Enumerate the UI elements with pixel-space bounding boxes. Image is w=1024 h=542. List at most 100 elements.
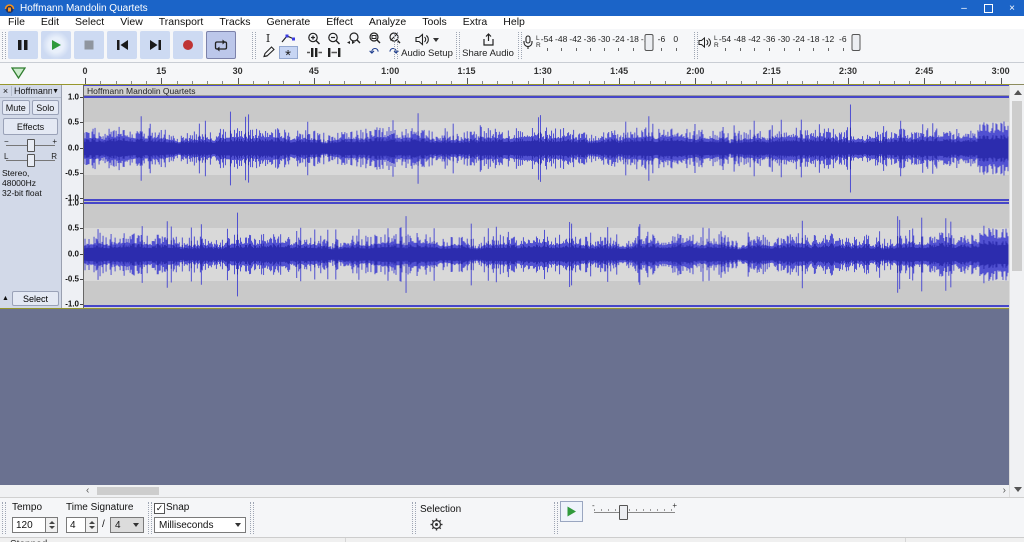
meter-tick-label: -36: [763, 34, 776, 44]
solo-button[interactable]: Solo: [31, 100, 59, 115]
zoom-selection-button[interactable]: [345, 31, 364, 45]
scroll-down-arrow-icon[interactable]: [1014, 487, 1022, 492]
mute-button[interactable]: Mute: [2, 100, 30, 115]
waveform-channel-right[interactable]: [84, 202, 1009, 307]
zoom-in-button[interactable]: [305, 32, 324, 45]
toolbar-grabber[interactable]: [394, 32, 398, 59]
amplitude-scale-tick: [80, 198, 83, 199]
vertical-scale-ruler[interactable]: 1.0 0.5 0.0 -0.5 -1.0 1.0 0.5 0.0 -0.5 -1.0: [62, 85, 84, 309]
multi-tool-button[interactable]: *: [278, 45, 298, 63]
meter-volume-slider-thumb[interactable]: [851, 34, 861, 51]
tempo-input[interactable]: 120: [12, 517, 46, 533]
audio-setup-button[interactable]: Audio Setup: [400, 31, 454, 59]
skip-to-start-button[interactable]: [107, 31, 137, 59]
meter-tick-label: -48: [733, 34, 746, 44]
gain-slider[interactable]: − +: [4, 137, 57, 152]
waveform-area[interactable]: Hoffmann Mandolin Quartets: [84, 85, 1009, 308]
zoom-fit-project-button[interactable]: [365, 31, 384, 45]
close-button[interactable]: ×: [1000, 0, 1024, 16]
timesig-numerator-input[interactable]: 4: [66, 517, 86, 533]
toolbar-grabber[interactable]: [456, 32, 460, 59]
menu-tools[interactable]: Tools: [414, 16, 455, 29]
timesig-spinner[interactable]: [86, 517, 98, 533]
tempo-label: Tempo: [12, 502, 43, 513]
zoom-out-button[interactable]: [325, 32, 344, 45]
horizontal-scrollbar-thumb[interactable]: [97, 487, 159, 495]
share-audio-button[interactable]: Share Audio: [462, 31, 514, 59]
timeline-ruler[interactable]: 0 15 30 45 1:00 1:15 1:30 1:45 2:00 2:15 2:30 2:45 3…: [0, 63, 1024, 85]
selection-tool-button[interactable]: I: [259, 32, 278, 45]
playback-speed-slider[interactable]: - +: [592, 501, 677, 520]
recording-meter[interactable]: LR -54-48-42-36-30-24-18-12-60: [522, 32, 690, 52]
restore-button[interactable]: [976, 0, 1000, 16]
draw-tool-button[interactable]: [259, 46, 278, 59]
gain-slider-thumb[interactable]: [26, 139, 35, 152]
toolbar-grabber[interactable]: [554, 502, 558, 534]
track-canvas-empty[interactable]: [0, 309, 1009, 485]
toolbar-grabber[interactable]: [148, 502, 152, 534]
playback-meter[interactable]: LR -54-48-42-36-30-24-18-12-60: [698, 32, 870, 52]
meter-tick-mark: [604, 48, 606, 51]
pan-slider-thumb[interactable]: [26, 154, 35, 167]
select-track-button[interactable]: Select: [11, 291, 59, 306]
stop-button[interactable]: [74, 31, 104, 59]
scroll-left-arrow-icon[interactable]: ‹: [86, 485, 89, 497]
timesig-denominator-select[interactable]: 4: [110, 517, 144, 533]
play-at-speed-button[interactable]: [560, 501, 583, 522]
menu-edit[interactable]: Edit: [33, 16, 67, 29]
snap-mode-select[interactable]: Milliseconds: [154, 517, 246, 533]
scroll-up-arrow-icon[interactable]: [1014, 90, 1022, 95]
toolbar-grabber[interactable]: [2, 32, 6, 59]
vertical-scrollbar-thumb[interactable]: [1012, 101, 1022, 271]
snap-checkbox[interactable]: ✓: [154, 503, 165, 514]
minimize-button[interactable]: –: [952, 0, 976, 16]
toolbar-grabber[interactable]: [2, 502, 6, 534]
menu-generate[interactable]: Generate: [258, 16, 318, 29]
track-menu-caret-icon[interactable]: ▼: [52, 88, 61, 95]
tempo-spinner[interactable]: [46, 517, 58, 533]
effects-button[interactable]: Effects: [3, 118, 58, 135]
meter-tick-label: -18: [626, 34, 639, 44]
horizontal-scrollbar[interactable]: ‹ ›: [0, 485, 1009, 497]
undo-button[interactable]: ↶: [365, 46, 384, 59]
recording-meter-scale: -54-48-42-36-30-24-18-12-60: [541, 32, 683, 52]
waveform-channel-left[interactable]: [84, 96, 1009, 201]
play-button[interactable]: [41, 31, 71, 59]
menu-transport[interactable]: Transport: [151, 16, 212, 29]
menu-extra[interactable]: Extra: [455, 16, 496, 29]
pause-button[interactable]: [8, 31, 38, 59]
time-signature-label: Time Signature: [66, 502, 134, 513]
loop-button[interactable]: [206, 31, 236, 59]
collapse-track-button[interactable]: ▲: [2, 295, 9, 302]
menu-help[interactable]: Help: [495, 16, 533, 29]
toolbar-grabber[interactable]: [412, 502, 416, 534]
selection-settings-gear-icon[interactable]: [430, 518, 443, 531]
vertical-scrollbar[interactable]: [1009, 85, 1024, 497]
meter-volume-slider-thumb[interactable]: [644, 34, 654, 51]
amplitude-scale-label: 1.0: [67, 92, 79, 102]
toolbar-grabber[interactable]: [252, 32, 256, 59]
silence-selection-button[interactable]: [325, 46, 344, 59]
speed-slider-thumb[interactable]: [619, 505, 629, 520]
record-button[interactable]: [173, 31, 203, 59]
clip-title-bar[interactable]: Hoffmann Mandolin Quartets: [84, 85, 1009, 96]
menu-file[interactable]: File: [0, 16, 33, 29]
timeline-minor-tick: [832, 81, 834, 84]
zoom-fit-icon: [368, 31, 380, 43]
menu-select[interactable]: Select: [67, 16, 112, 29]
menu-effect[interactable]: Effect: [318, 16, 361, 29]
timeline-minor-tick: [252, 81, 254, 84]
pan-slider[interactable]: L R: [4, 152, 57, 167]
timeline-minor-tick: [374, 81, 376, 84]
menu-analyze[interactable]: Analyze: [361, 16, 414, 29]
envelope-tool-button[interactable]: [279, 32, 298, 45]
timeline-major-tick: [390, 78, 392, 84]
track-close-button[interactable]: ×: [0, 86, 12, 96]
toolbar-grabber[interactable]: [250, 502, 254, 534]
menu-tracks[interactable]: Tracks: [211, 16, 258, 29]
trim-outside-selection-button[interactable]: [305, 46, 324, 59]
skip-to-end-button[interactable]: [140, 31, 170, 59]
menu-view[interactable]: View: [112, 16, 151, 29]
scroll-right-arrow-icon[interactable]: ›: [1003, 485, 1006, 497]
track-name[interactable]: Hoffmann M: [12, 86, 52, 96]
